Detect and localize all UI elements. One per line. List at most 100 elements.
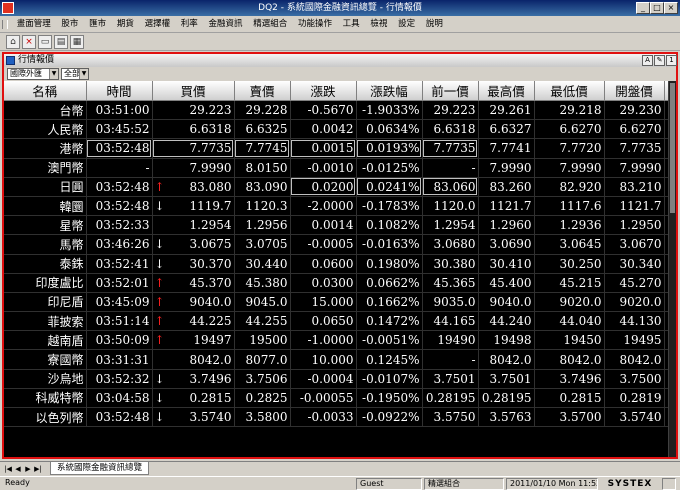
column-header[interactable]: 最高價 (478, 81, 535, 101)
quote-time-value: 03:52:33 (95, 218, 150, 233)
table-row[interactable]: 越南盾 03:50:09 ↑ 19497 19500 -1.0000 -0.0051% 194… (4, 330, 668, 351)
scope-select[interactable]: 全部 ▼ (61, 68, 89, 80)
edit-icon[interactable]: ✎ (654, 55, 665, 66)
change-value: -0.0033 (307, 410, 354, 425)
table-row[interactable]: 沙烏地 03:52:32 ↓ 3.7496 3.7506 -0.0004 -0.0107% 3… (4, 369, 668, 389)
table-row[interactable]: 泰銖 03:52:41 ↓ 30.370 30.440 0.0600 0.1980% 30.3… (4, 254, 668, 274)
ask-price: 9045.0 (234, 292, 291, 313)
table-row[interactable]: 馬幣 03:46:26 ↓ 3.0675 3.0705 -0.0005 -0.0163% 3.… (4, 234, 668, 255)
low-price-value: 30.250 (559, 256, 602, 271)
prev-price-value: - (471, 160, 476, 175)
menu-item[interactable]: 畫面管理 (13, 16, 55, 33)
change-percent: -0.0107% (356, 369, 423, 389)
low-price: 9020.0 (534, 292, 605, 313)
arrow-up-icon: ↑ (154, 294, 165, 309)
quote-grid[interactable]: 名稱時間買價賣價漲跌漲跌幅前一價最高價最低價開盤價昨收 台幣 03:51:00 29… (4, 81, 668, 457)
prev-price: - (422, 158, 479, 178)
menu-item[interactable]: 選擇權 (141, 16, 175, 33)
table-row[interactable]: 韓圜 03:52:48 ↓ 1119.7 1120.3 -2.0000 -0.1783% 11… (4, 196, 668, 217)
layout-split-icon[interactable]: ▤ (54, 35, 68, 49)
maximize-button[interactable]: □ (650, 2, 664, 14)
change-value: 0.0300 (311, 275, 354, 290)
open-price-value: 1121.7 (619, 199, 662, 214)
table-row[interactable]: 寮國幣 03:31:31 8042.0 8077.0 10.000 0.1245% -804… (4, 349, 668, 370)
prev-price: 19490 (422, 330, 479, 351)
column-header[interactable]: 最低價 (534, 81, 605, 101)
tab-next-icon[interactable]: ▶ (24, 464, 32, 474)
prev-price-value: 3.0680 (433, 237, 476, 252)
panel-number-button[interactable]: 1 (666, 55, 677, 66)
minimize-button[interactable]: _ (636, 2, 650, 14)
status-view: 精選組合 (424, 478, 504, 490)
tab-last-icon[interactable]: ▶| (34, 464, 42, 474)
change: 0.0014 (290, 215, 357, 236)
table-row[interactable]: 科威特幣 03:04:58 ↓ 0.2815 0.2825 -0.00055 -0.1950… (4, 388, 668, 409)
prev-price: 3.0680 (422, 234, 479, 255)
quote-time-value: 03:52:48 (95, 410, 150, 425)
prev-price: 30.380 (422, 254, 479, 274)
open-price: 3.0670 (604, 234, 665, 255)
high-price: 29.261 (478, 100, 535, 121)
column-header[interactable]: 漲跌幅 (356, 81, 423, 101)
arrow-up-icon: ↑ (154, 333, 165, 348)
layout-single-icon[interactable]: ▭ (38, 35, 52, 49)
column-header[interactable]: 漲跌 (290, 81, 357, 101)
table-row[interactable]: 澳門幣 -7.9990 8.0150 -0.0010 -0.0125% -7.9990 7.… (4, 158, 668, 178)
column-header[interactable]: 時間 (86, 81, 153, 101)
menu-item[interactable]: 功能操作 (294, 16, 336, 33)
vertical-scrollbar[interactable] (668, 81, 676, 457)
menu-item[interactable]: 工具 (339, 16, 364, 33)
open-price-value: 3.5740 (619, 410, 662, 425)
table-row[interactable]: 人民幣 03:45:52 6.6318 6.6325 0.0042 0.0634% 6.63… (4, 119, 668, 140)
change-percent: 0.0662% (356, 273, 423, 293)
column-header[interactable]: 買價 (152, 81, 235, 101)
change-percent-value: 0.1472% (366, 314, 420, 329)
tab-first-icon[interactable]: |◀ (4, 464, 12, 474)
change-percent: 0.0193% (356, 138, 423, 159)
table-row[interactable]: 以色列幣 03:52:48 ↓ 3.5740 3.5800 -0.0033 -0.0922%… (4, 407, 668, 428)
close-button[interactable]: × (664, 2, 678, 14)
low-price-value: 3.7496 (559, 371, 602, 386)
menu-item[interactable]: 檢視 (366, 16, 391, 33)
table-row[interactable]: 印尼盾 03:45:09 ↑ 9040.0 9045.0 15.000 0.1662% 903… (4, 292, 668, 313)
title-bar[interactable]: DQ2 - 系統國際金融資訊總覽 - 行情報價 _ □ × (0, 0, 680, 16)
table-row[interactable]: 台幣 03:51:00 29.223 29.228 -0.5670 -1.9033% 29.… (4, 100, 668, 121)
low-price: 19450 (534, 330, 605, 351)
table-row[interactable]: 星幣 03:52:33 1.2954 1.2956 0.0014 0.1082% 1.295… (4, 215, 668, 236)
menu-item[interactable]: 利率 (177, 16, 202, 33)
layout-grid-icon[interactable]: ▦ (70, 35, 84, 49)
market-select[interactable]: 國際外匯 ▼ (7, 68, 59, 80)
high-price: 1121.7 (478, 196, 535, 217)
bid-price-value: 3.5740 (189, 410, 232, 425)
table-row[interactable]: 印度盧比 03:52:01 ↑ 45.370 45.380 0.0300 0.0662% 45… (4, 273, 668, 293)
tab-prev-icon[interactable]: ◀ (14, 464, 22, 474)
low-price-value: 3.0645 (559, 237, 602, 252)
menu-item[interactable]: 匯市 (85, 16, 110, 33)
column-header[interactable]: 開盤價 (604, 81, 665, 101)
currency-name-value: 星幣 (59, 218, 84, 233)
menu-item[interactable]: 期貨 (113, 16, 138, 33)
table-row[interactable]: 菲披索 03:51:14 ↑ 44.225 44.255 0.0650 0.1472% 44.… (4, 311, 668, 332)
close-window-icon[interactable]: × (22, 35, 36, 49)
high-price: 1.2960 (478, 215, 535, 236)
high-price-value: 3.5763 (489, 410, 532, 425)
menu-item[interactable]: 金融資訊 (205, 16, 247, 33)
table-row[interactable]: 港幣 03:52:48 7.7735 7.7745 0.0015 0.0193% 7.773… (4, 138, 668, 159)
scrollbar-thumb[interactable] (670, 83, 675, 213)
arrow-up-icon: ↑ (154, 275, 165, 290)
table-row[interactable]: 日圓 03:52:48 ↑ 83.080 83.090 0.0200 0.0241% 83.0… (4, 177, 668, 197)
column-header[interactable]: 賣價 (234, 81, 291, 101)
menu-item[interactable]: 精選組合 (249, 16, 291, 33)
quote-time: 03:46:26 (86, 234, 153, 255)
font-button[interactable]: A (642, 55, 653, 66)
low-price: 29.218 (534, 100, 605, 121)
menu-item[interactable]: 股市 (57, 16, 82, 33)
menu-item[interactable]: 說明 (422, 16, 447, 33)
low-price-value: 3.5700 (559, 410, 602, 425)
column-header[interactable]: 前一價 (422, 81, 479, 101)
tab-overview[interactable]: 系統國際金融資訊總覽 (50, 462, 150, 475)
column-header[interactable]: 名稱 (4, 81, 87, 101)
menu-item[interactable]: 設定 (394, 16, 419, 33)
home-icon[interactable]: ⌂ (6, 35, 20, 49)
low-price: 1117.6 (534, 196, 605, 217)
